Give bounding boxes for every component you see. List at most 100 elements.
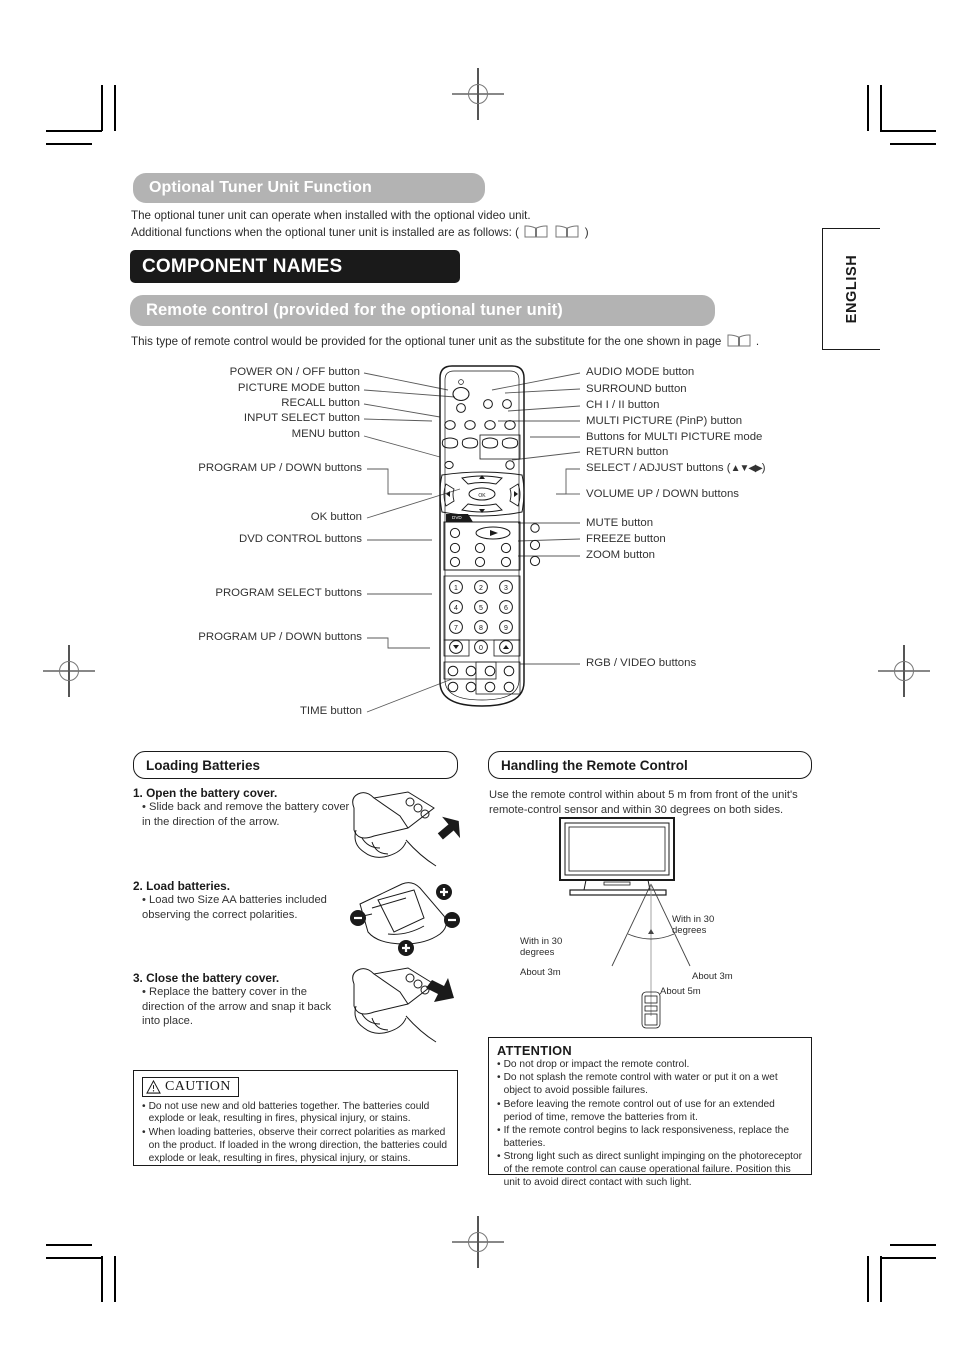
manual-page: ENGLISH Optional Tuner Unit Function The… xyxy=(0,0,954,1351)
range-left-angle-line2: degrees xyxy=(520,947,555,958)
section-banner-optional-tuner-label: Optional Tuner Unit Function xyxy=(149,179,372,196)
callout-select-adjust-label: SELECT / ADJUST buttons ( xyxy=(586,462,731,474)
crop-mark-top-left xyxy=(46,85,116,155)
range-left-angle-line1: With in 30 xyxy=(520,936,562,947)
svg-text:8: 8 xyxy=(479,625,483,632)
caution-bullet-list: • Do not use new and old batteries togeth… xyxy=(142,1101,449,1166)
battery-step-1-title: 1. Open the battery cover. xyxy=(133,786,278,800)
callout-freeze: FREEZE button xyxy=(586,533,666,545)
crop-mark-bottom-right xyxy=(866,1232,936,1302)
callout-select-adjust: SELECT / ADJUST buttons (▲▼◀▶) xyxy=(586,462,766,474)
callout-time: TIME button xyxy=(299,705,362,717)
bullet-dot-icon: • xyxy=(142,1126,146,1138)
svg-text:5: 5 xyxy=(479,605,483,612)
loading-batteries-heading-label: Loading Batteries xyxy=(146,757,261,773)
callout-audio-mode: AUDIO MODE button xyxy=(586,366,695,378)
attention-bullet-text: Do not splash the remote control with wa… xyxy=(503,1072,778,1097)
book-reference-icon xyxy=(524,224,548,244)
bullet-dot-icon: • xyxy=(497,1151,501,1163)
section-banner-optional-tuner: Optional Tuner Unit Function xyxy=(133,173,485,203)
section-banner-remote-control: Remote control (provided for the optiona… xyxy=(130,295,715,326)
attention-bullet-text: Do not drop or impact the remote control… xyxy=(503,1059,690,1070)
callout-menu: MENU button xyxy=(291,428,360,440)
callout-program-up-down-top: PROGRAM UP / DOWN buttons xyxy=(198,462,362,474)
attention-bullet-item: • Before leaving the remote control out o… xyxy=(497,1099,803,1125)
intro-line-2-pre: Additional functions when the optional t… xyxy=(131,225,519,239)
range-center-distance: About 5m xyxy=(660,986,701,997)
intro-line-1: The optional tuner unit can operate when… xyxy=(131,209,531,222)
callout-program-up-down-bottom: PROGRAM UP / DOWN buttons xyxy=(198,631,362,643)
language-tab: ENGLISH xyxy=(822,228,880,350)
attention-bullet-text: Strong light such as direct sunlight imp… xyxy=(503,1151,803,1189)
warning-triangle-icon xyxy=(146,1080,161,1094)
caution-bullet-text: When loading batteries, observe their co… xyxy=(148,1126,448,1164)
intro-line-2: Additional functions when the optional t… xyxy=(131,224,791,244)
bullet-dot-icon: • xyxy=(142,1100,146,1112)
attention-box: ATTENTION • Do not drop or impact the rem… xyxy=(488,1037,812,1188)
callout-picture-mode: PICTURE MODE button xyxy=(237,382,360,394)
battery-step-1-body: • Slide back and remove the battery cove… xyxy=(142,801,350,828)
caution-bullet-text: Do not use new and old batteries togethe… xyxy=(148,1100,430,1125)
loading-batteries-heading: Loading Batteries xyxy=(133,751,458,779)
callout-surround: SURROUND button xyxy=(586,383,687,395)
crop-mark-top-right xyxy=(866,85,936,155)
battery-step-3-illustration xyxy=(352,967,454,1043)
bullet-dot-icon: • xyxy=(497,1059,501,1070)
registration-mark-bottom xyxy=(452,1216,504,1268)
remote-range-diagram: With in 30 degrees With in 30 degrees Ab… xyxy=(520,817,733,1029)
caution-bullet-item: • Do not use new and old batteries togeth… xyxy=(142,1101,449,1127)
callout-ch-i-ii: CH I / II button xyxy=(586,399,660,411)
battery-step-3-title: 3. Close the battery cover. xyxy=(133,971,280,985)
callout-rgb-video: RGB / VIDEO buttons xyxy=(586,657,697,669)
book-reference-icon-2 xyxy=(555,224,579,244)
callout-return: RETURN button xyxy=(586,446,669,458)
caution-badge: CAUTION xyxy=(142,1077,239,1097)
range-right-angle-line1: With in 30 xyxy=(672,914,714,925)
callout-input-select: INPUT SELECT button xyxy=(243,412,360,424)
svg-text:3: 3 xyxy=(504,585,508,592)
remote-note-paragraph: This type of remote control would be pro… xyxy=(131,333,811,353)
attention-bullet-item: • If the remote control begins to lack re… xyxy=(497,1125,803,1151)
caution-box: CAUTION • Do not use new and old batterie… xyxy=(133,1070,458,1166)
svg-text:2: 2 xyxy=(479,585,483,592)
bullet-dot-icon: • xyxy=(497,1098,501,1110)
bullet-dot-icon: • xyxy=(497,1072,501,1084)
svg-text:6: 6 xyxy=(504,605,508,612)
callout-select-adjust-suffix: ) xyxy=(761,462,766,474)
select-adjust-arrows-icon: ▲▼◀▶ xyxy=(730,463,763,474)
attention-title: ATTENTION xyxy=(497,1043,572,1058)
handling-remote-body: Use the remote control within about 5 m … xyxy=(489,789,798,816)
attention-bullet-item: • Strong light such as direct sunlight im… xyxy=(497,1151,803,1190)
handling-remote-heading-label: Handling the Remote Control xyxy=(501,757,688,773)
language-tab-label: ENGLISH xyxy=(843,254,860,324)
range-right-distance: About 3m xyxy=(692,971,733,982)
caution-label: CAUTION xyxy=(165,1079,231,1094)
crop-mark-bottom-left xyxy=(46,1232,116,1302)
callout-dvd-control: DVD CONTROL buttons xyxy=(238,533,362,545)
svg-text:1: 1 xyxy=(454,585,458,592)
attention-bullet-list: • Do not drop or impact the remote contro… xyxy=(497,1059,803,1190)
callout-ok: OK button xyxy=(310,511,362,523)
callout-program-select: PROGRAM SELECT buttons xyxy=(215,587,362,599)
attention-bullet-text: If the remote control begins to lack res… xyxy=(503,1125,789,1149)
svg-text:4: 4 xyxy=(454,605,458,612)
caution-bullet-item: • When loading batteries, observe their c… xyxy=(142,1127,449,1166)
svg-text:0: 0 xyxy=(479,645,483,652)
callout-multi-picture: MULTI PICTURE (PinP) button xyxy=(586,415,743,427)
battery-step-1-illustration xyxy=(352,791,461,867)
callout-mute: MUTE button xyxy=(586,517,654,529)
callout-zoom: ZOOM button xyxy=(586,549,656,561)
dvd-panel-label: DVD xyxy=(452,515,462,520)
remote-control-illustration: OK DVD 1 2 3 4 5 6 7 8 9 0 xyxy=(418,362,546,710)
attention-bullet-text: Before leaving the remote control out of… xyxy=(503,1098,775,1123)
registration-mark-top xyxy=(452,68,504,120)
callout-multi-picture-mode: Buttons for MULTI PICTURE mode xyxy=(586,431,763,443)
section-banner-component-names: COMPONENT NAMES xyxy=(130,250,460,283)
registration-mark-left xyxy=(43,645,95,697)
section-banner-remote-control-label: Remote control (provided for the optiona… xyxy=(146,301,563,319)
attention-bullet-item: • Do not drop or impact the remote contro… xyxy=(497,1059,803,1072)
section-banner-component-names-label: COMPONENT NAMES xyxy=(142,255,343,277)
registration-mark-right xyxy=(878,645,930,697)
intro-paragraph: The optional tuner unit can operate when… xyxy=(131,208,791,243)
remote-note-pre: This type of remote control would be pro… xyxy=(131,335,722,348)
